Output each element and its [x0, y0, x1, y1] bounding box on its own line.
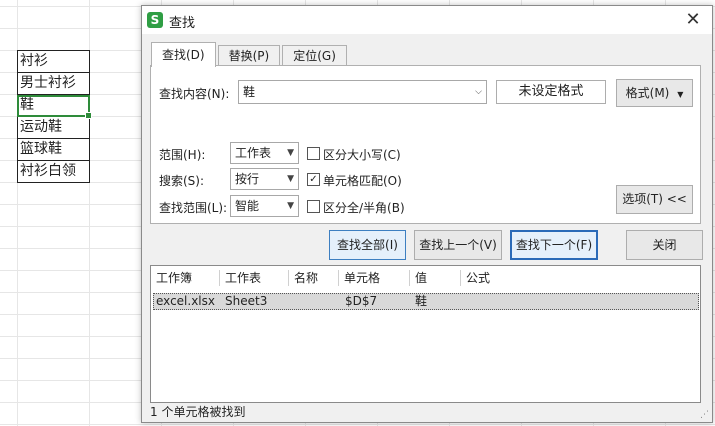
find-what-label: 查找内容(N): — [159, 87, 230, 101]
close-button[interactable]: 关闭 — [626, 230, 703, 260]
search-select[interactable]: 按行 ▼ — [230, 168, 299, 190]
lookin-label: 查找范围(L): — [159, 201, 228, 215]
dialog-tabs: 查找(D) 替换(P) 定位(G) — [151, 42, 349, 67]
match-cell-checkbox[interactable]: ✓ — [307, 173, 320, 186]
column-divider[interactable] — [460, 270, 461, 286]
column-divider[interactable] — [409, 270, 410, 286]
search-value: 按行 — [235, 172, 260, 186]
result-cell: $D$7 — [345, 294, 378, 308]
resize-grip-icon[interactable]: ⋰ — [700, 410, 709, 420]
result-sheet: Sheet3 — [225, 294, 268, 308]
column-divider[interactable] — [338, 270, 339, 286]
spreadsheet-cells: 衬衫 男士衬衫 鞋 运动鞋 篮球鞋 衬衫白领 — [17, 50, 92, 183]
caret-down-icon: ▼ — [287, 201, 294, 211]
lookin-select[interactable]: 智能 ▼ — [230, 195, 299, 217]
scope-label: 范围(H): — [159, 148, 206, 162]
column-header-value[interactable]: 值 — [415, 266, 427, 290]
sheet-cell[interactable]: 篮球鞋 — [17, 139, 90, 161]
results-list[interactable]: 工作簿 工作表 名称 单元格 值 公式 excel.xlsx Sheet3 $D… — [150, 265, 701, 403]
options-toggle-button[interactable]: 选项(T) << — [616, 185, 693, 214]
format-button-label: 格式(M) — [625, 86, 670, 100]
tab-find[interactable]: 查找(D) — [151, 42, 216, 67]
wps-app-icon: S — [147, 12, 163, 28]
tab-goto[interactable]: 定位(G) — [282, 45, 347, 67]
table-row[interactable]: excel.xlsx Sheet3 $D$7 鞋 — [153, 293, 699, 310]
chevron-down-icon[interactable]: ⌵ — [475, 81, 482, 103]
match-cell-label[interactable]: 单元格匹配(O) — [323, 172, 402, 189]
sheet-cell[interactable]: 衬衫白领 — [17, 161, 90, 183]
column-header-formula[interactable]: 公式 — [466, 266, 490, 290]
column-header-name[interactable]: 名称 — [294, 266, 318, 290]
dialog-title: 查找 — [169, 16, 196, 31]
find-all-button[interactable]: 查找全部(I) — [329, 230, 406, 260]
match-case-label[interactable]: 区分大小写(C) — [323, 146, 401, 163]
find-previous-button[interactable]: 查找上一个(V) — [414, 230, 502, 260]
caret-down-icon: ▼ — [677, 90, 684, 99]
sheet-cell[interactable]: 男士衬衫 — [17, 73, 90, 95]
scope-value: 工作表 — [235, 146, 272, 160]
dialog-titlebar[interactable]: S 查找 ✕ — [142, 6, 712, 34]
match-width-checkbox[interactable] — [307, 200, 320, 213]
format-button[interactable]: 格式(M) ▼ — [616, 79, 693, 107]
match-case-checkbox[interactable] — [307, 147, 320, 160]
find-panel: 查找内容(N): 鞋 ⌵ 未设定格式 格式(M) ▼ 范围(H): 工作表 ▼ … — [150, 65, 701, 224]
find-what-input[interactable]: 鞋 ⌵ — [238, 80, 487, 104]
close-icon[interactable]: ✕ — [682, 9, 704, 31]
match-width-label[interactable]: 区分全/半角(B) — [323, 199, 405, 216]
column-header-workbook[interactable]: 工作簿 — [156, 266, 192, 290]
column-divider[interactable] — [219, 270, 220, 286]
caret-down-icon: ▼ — [287, 148, 294, 158]
sheet-cell[interactable]: 运动鞋 — [17, 117, 90, 139]
format-preview: 未设定格式 — [496, 80, 606, 104]
sheet-cell[interactable]: 衬衫 — [17, 50, 90, 73]
column-header-cell[interactable]: 单元格 — [344, 266, 380, 290]
results-header: 工作簿 工作表 名称 单元格 值 公式 — [151, 266, 700, 290]
scope-select[interactable]: 工作表 ▼ — [230, 142, 299, 164]
tab-replace[interactable]: 替换(P) — [217, 45, 281, 67]
check-icon: ✓ — [309, 174, 318, 185]
sheet-cell-active[interactable]: 鞋 — [17, 95, 92, 119]
result-value: 鞋 — [415, 294, 428, 308]
column-header-sheet[interactable]: 工作表 — [225, 266, 261, 290]
find-next-button[interactable]: 查找下一个(F) — [510, 230, 598, 260]
find-what-value: 鞋 — [243, 85, 256, 99]
lookin-value: 智能 — [235, 199, 260, 213]
column-divider[interactable] — [288, 270, 289, 286]
status-text: 1 个单元格被找到 — [150, 405, 246, 419]
search-label: 搜索(S): — [159, 174, 205, 188]
result-workbook: excel.xlsx — [156, 294, 215, 308]
find-dialog: S 查找 ✕ 查找(D) 替换(P) 定位(G) 查找内容(N): 鞋 ⌵ 未设… — [141, 5, 713, 423]
caret-down-icon: ▼ — [287, 174, 294, 184]
